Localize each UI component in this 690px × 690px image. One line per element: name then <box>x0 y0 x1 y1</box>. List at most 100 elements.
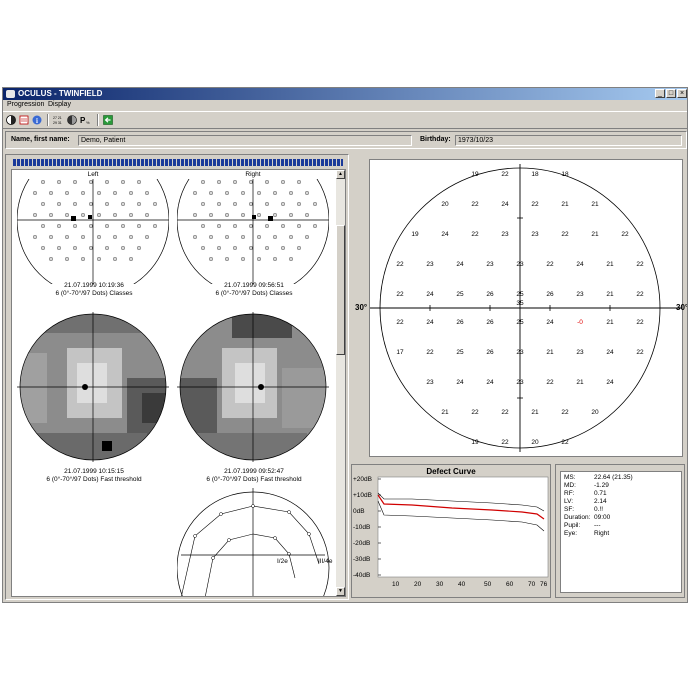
stat-value: -1.29 <box>594 482 609 489</box>
stat-key: LV: <box>564 498 574 505</box>
exam2-right-date: 21.07.1999 09:52:47 <box>224 468 284 475</box>
print-icon[interactable] <box>19 115 29 125</box>
menu-display[interactable]: Display <box>48 100 71 110</box>
stat-row: LV: 2.14 <box>564 498 607 506</box>
exam-list-panel: Left Right 21.07.1999 10:19:36 6 (0°-70°… <box>5 154 349 600</box>
exam1-left-date: 21.07.1999 10:19:36 <box>64 282 124 289</box>
threshold-value: 22 <box>471 201 479 208</box>
stat-value: 0.!! <box>594 506 604 513</box>
threshold-value: 19 <box>471 171 479 178</box>
threshold-value: 21 <box>591 201 599 208</box>
threshold-value: 22 <box>561 409 569 416</box>
threshold-value: 23 <box>501 231 509 238</box>
progress-bar <box>13 159 343 166</box>
threshold-value: 23 <box>516 261 524 268</box>
menu-progression[interactable]: Progression <box>7 100 44 110</box>
toolbar-separator <box>47 114 49 126</box>
stat-value: 22.64 (21.35) <box>594 474 633 481</box>
restore-button[interactable]: □ <box>666 89 676 98</box>
threshold-value: 22 <box>636 349 644 356</box>
x-tick-label: 60 <box>506 581 514 588</box>
vertical-scrollbar[interactable]: ▲ ▼ <box>336 170 345 596</box>
exam2-left-grayscale[interactable] <box>17 308 169 468</box>
exam1-left-dotplot[interactable] <box>17 172 169 284</box>
minimize-button[interactable]: _ <box>655 89 665 98</box>
y-tick-label: -10dB <box>353 524 371 531</box>
threshold-value: 22 <box>546 261 554 268</box>
app-icon <box>6 90 15 98</box>
threshold-value: 22 <box>501 409 509 416</box>
statistics-panel: MS: 22.64 (21.35) MD: -1.29 RF: 0.71 LV: 2.14 SF… <box>555 464 685 598</box>
threshold-value: 24 <box>576 261 584 268</box>
globe-icon[interactable] <box>6 115 16 125</box>
scroll-up-button[interactable]: ▲ <box>336 170 345 179</box>
stat-key: Pupil: <box>564 522 581 529</box>
center-value: 35 <box>516 300 524 307</box>
stat-row: Eye: Right <box>564 530 609 538</box>
threshold-value: 21 <box>606 291 614 298</box>
application-window: OCULUS - TWINFIELD _ □ × Progression Dis… <box>2 87 688 603</box>
close-button[interactable]: × <box>677 89 687 98</box>
stat-key: MD: <box>564 482 576 489</box>
threshold-value: 22 <box>501 439 509 446</box>
birthday-field: 1973/10/23 <box>455 135 682 146</box>
threshold-value: 20 <box>441 201 449 208</box>
x-tick-label: 40 <box>458 581 466 588</box>
isopter-plot[interactable] <box>177 488 337 597</box>
exam-scroll-area[interactable]: Left Right 21.07.1999 10:19:36 6 (0°-70°… <box>11 169 346 597</box>
threshold-value: 26 <box>486 349 494 356</box>
threshold-value: 24 <box>426 319 434 326</box>
stat-row: MD: -1.29 <box>564 482 609 490</box>
threshold-value: 25 <box>516 319 524 326</box>
title-bar[interactable]: OCULUS - TWINFIELD _ □ × <box>3 88 687 100</box>
threshold-value: 23 <box>486 261 494 268</box>
threshold-value: 22 <box>531 201 539 208</box>
x-tick-label: 76 <box>540 581 548 588</box>
defect-curve-chart[interactable] <box>352 465 550 597</box>
threshold-value: 20 <box>531 439 539 446</box>
threshold-value: -0 <box>577 319 583 326</box>
threshold-value: 21 <box>606 319 614 326</box>
threshold-value: 22 <box>501 171 509 178</box>
threshold-value: 22 <box>396 291 404 298</box>
threshold-value-plot[interactable]: 19 22 18 18 20 22 24 22 21 21 19 24 22 23 23 22 21 22 22 23… <box>369 159 683 457</box>
threshold-value: 21 <box>441 409 449 416</box>
exam1-right-dotplot[interactable] <box>177 172 329 284</box>
exam1-left-program: 6 (0°-70°/97 Dots) Classes <box>55 290 133 297</box>
back-arrow-icon[interactable] <box>103 115 113 125</box>
scroll-down-button[interactable]: ▼ <box>336 587 345 596</box>
exam2-left-date: 21.07.1999 10:15:15 <box>64 468 124 475</box>
threshold-value: 20 <box>591 409 599 416</box>
threshold-value: 22 <box>561 439 569 446</box>
scroll-thumb[interactable] <box>336 225 345 355</box>
patient-bar: Name, first name: Demo, Patient Birthday… <box>5 131 687 149</box>
y-tick-label: -40dB <box>353 572 371 579</box>
threshold-value: 22 <box>621 231 629 238</box>
exam1-right-program: 6 (0°-70°/97 Dots) Classes <box>215 290 293 297</box>
y-tick-label: +20dB <box>353 476 372 483</box>
threshold-value: 21 <box>576 379 584 386</box>
defect-curve-panel: Defect Curve +20dB +10dB 0dB -10dB -20dB -30d… <box>351 464 551 598</box>
threshold-value: 21 <box>606 261 614 268</box>
threshold-value: 23 <box>516 349 524 356</box>
threshold-value: 26 <box>456 319 464 326</box>
isopter-label-i2e: I/2e <box>277 558 288 565</box>
info-icon[interactable]: i <box>32 115 42 125</box>
x-tick-label: 70 <box>528 581 536 588</box>
threshold-value: 24 <box>486 379 494 386</box>
threshold-value: 17 <box>396 349 404 356</box>
threshold-value: 23 <box>516 379 524 386</box>
values-grid-icon[interactable]: 27 2129 31 <box>53 115 65 125</box>
exam2-right-grayscale[interactable] <box>177 308 329 468</box>
y-tick-label: -30dB <box>353 556 371 563</box>
grayscale-icon[interactable] <box>67 115 77 125</box>
svg-text:29 31: 29 31 <box>53 121 62 125</box>
threshold-value: 24 <box>501 201 509 208</box>
threshold-value: 24 <box>456 379 464 386</box>
probability-icon[interactable]: P% <box>80 115 92 125</box>
threshold-value: 25 <box>456 291 464 298</box>
stat-value: 0.71 <box>594 490 607 497</box>
svg-text:%: % <box>86 120 90 125</box>
toolbar: i 27 21 29 31 P% <box>3 111 687 129</box>
name-label: Name, first name: <box>11 136 70 143</box>
